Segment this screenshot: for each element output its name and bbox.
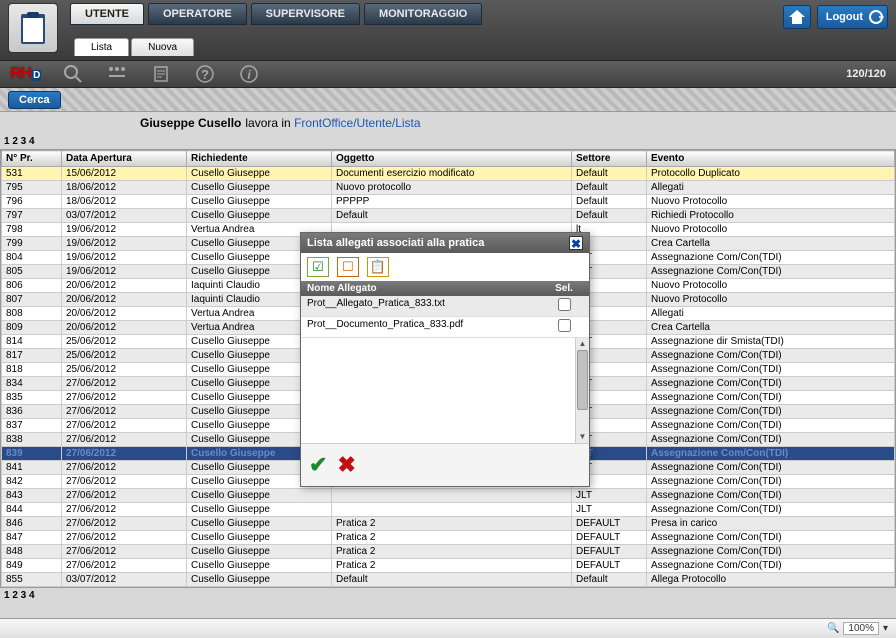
attachment-row[interactable]: Prot__Documento_Pratica_833.pdf <box>301 317 589 338</box>
table-row[interactable]: 84427/06/2012Cusello GiuseppeJLTAssegnaz… <box>2 503 895 517</box>
col-header[interactable]: Oggetto <box>332 151 572 167</box>
deselect-all-button[interactable]: ☐ <box>337 257 359 277</box>
col-header[interactable]: Settore <box>572 151 647 167</box>
table-row[interactable]: 53115/06/2012Cusello GiuseppeDocumenti e… <box>2 167 895 181</box>
col-header[interactable]: Evento <box>647 151 895 167</box>
scroll-thumb[interactable] <box>577 350 588 410</box>
info-tool[interactable]: i <box>237 62 261 86</box>
document-icon <box>152 65 170 83</box>
home-icon <box>789 10 805 24</box>
table-row[interactable]: 84327/06/2012Cusello GiuseppeJLTAssegnaz… <box>2 489 895 503</box>
zoom-dropdown-icon[interactable]: ▾ <box>883 623 888 634</box>
scroll-up-icon[interactable]: ▲ <box>578 339 587 349</box>
toggle-button[interactable]: 📋 <box>367 257 389 277</box>
info-icon: i <box>239 64 259 84</box>
zoom-icon: 🔍 <box>827 623 839 634</box>
current-user: Giuseppe Cusello <box>140 116 241 130</box>
svg-text:i: i <box>248 68 252 82</box>
table-row[interactable]: 79518/06/2012Cusello GiuseppeNuovo proto… <box>2 181 895 195</box>
list-tool[interactable] <box>105 62 129 86</box>
dialog-body: ▲ ▼ <box>301 338 589 444</box>
table-row[interactable]: 84627/06/2012Cusello GiuseppePratica 2DE… <box>2 517 895 531</box>
main-tab-monitoraggio[interactable]: MONITORAGGIO <box>364 3 482 25</box>
statusbar: 🔍 100% ▾ <box>0 618 896 638</box>
logout-label: Logout <box>826 11 863 23</box>
table-row[interactable]: 84827/06/2012Cusello GiuseppePratica 2DE… <box>2 545 895 559</box>
task-tool[interactable] <box>149 62 173 86</box>
main-tab-operatore[interactable]: OPERATORE <box>148 3 247 25</box>
breadcrumb: Giuseppe Cusello lavora in FrontOffice/U… <box>0 112 896 134</box>
col-name-header[interactable]: Nome Allegato <box>301 281 539 296</box>
dialog-cancel-button[interactable]: ✖ <box>337 452 355 478</box>
col-header[interactable]: Data Apertura <box>62 151 187 167</box>
toolbar: RHD ? i 120/120 <box>0 60 896 88</box>
svg-text:?: ? <box>201 67 209 82</box>
app-logo <box>8 3 58 53</box>
question-icon: ? <box>195 64 215 84</box>
clipboard-icon <box>15 10 51 46</box>
dialog-confirm-button[interactable]: ✔ <box>309 452 327 478</box>
pagination-top[interactable]: 1 2 3 4 <box>0 134 896 149</box>
list-icon <box>107 65 127 83</box>
attachment-checkbox[interactable] <box>558 319 571 332</box>
breadcrumb-path[interactable]: FrontOffice/Utente/Lista <box>294 116 421 130</box>
dialog-close-button[interactable]: ✖ <box>569 236 583 250</box>
table-row[interactable]: 79703/07/2012Cusello GiuseppeDefaultDefa… <box>2 209 895 223</box>
sub-tabs: ListaNuova <box>74 38 194 56</box>
search-bar: Cerca <box>0 88 896 112</box>
sub-tab-lista[interactable]: Lista <box>74 38 129 56</box>
dialog-titlebar[interactable]: Lista allegati associati alla pratica ✖ <box>301 233 589 253</box>
main-tab-utente[interactable]: UTENTE <box>70 3 144 25</box>
table-row[interactable]: 85503/07/2012Cusello GiuseppeDefaultDefa… <box>2 573 895 587</box>
col-header[interactable]: N° Pr. <box>2 151 62 167</box>
home-button[interactable] <box>783 5 811 29</box>
select-all-button[interactable]: ☑ <box>307 257 329 277</box>
logout-icon <box>868 9 884 25</box>
zoom-value: 100% <box>843 622 879 635</box>
table-row[interactable]: 79618/06/2012Cusello GiuseppePPPPPDefaul… <box>2 195 895 209</box>
cerca-button[interactable]: Cerca <box>8 91 61 109</box>
record-counter: 120/120 <box>846 68 886 80</box>
help-tool[interactable]: ? <box>193 62 217 86</box>
table-row[interactable]: 84927/06/2012Cusello GiuseppePratica 2DE… <box>2 559 895 573</box>
scroll-down-icon[interactable]: ▼ <box>578 432 587 442</box>
search-tool[interactable] <box>61 62 85 86</box>
magnifier-icon <box>63 64 83 84</box>
main-tab-supervisore[interactable]: SUPERVISORE <box>251 3 360 25</box>
dialog-scrollbar[interactable]: ▲ ▼ <box>575 338 589 443</box>
dialog-toolbar: ☑ ☐ 📋 <box>301 253 589 281</box>
attachment-name: Prot__Allegato_Pratica_833.txt <box>301 296 539 316</box>
attachment-row[interactable]: Prot__Allegato_Pratica_833.txt <box>301 296 589 317</box>
attachment-checkbox[interactable] <box>558 298 571 311</box>
attachment-name: Prot__Documento_Pratica_833.pdf <box>301 317 539 337</box>
sub-tab-nuova[interactable]: Nuova <box>131 38 194 56</box>
logout-button[interactable]: Logout <box>817 5 888 29</box>
table-row[interactable]: 84727/06/2012Cusello GiuseppePratica 2DE… <box>2 531 895 545</box>
col-header[interactable]: Richiedente <box>187 151 332 167</box>
col-sel-header[interactable]: Sel. <box>539 281 589 296</box>
main-tabs: UTENTEOPERATORESUPERVISOREMONITORAGGIO <box>70 3 482 25</box>
attachments-dialog: Lista allegati associati alla pratica ✖ … <box>300 232 590 487</box>
dialog-title-text: Lista allegati associati alla pratica <box>307 237 484 249</box>
brand-logo: RHD <box>10 65 41 83</box>
pagination-bottom[interactable]: 1 2 3 4 <box>0 588 896 603</box>
